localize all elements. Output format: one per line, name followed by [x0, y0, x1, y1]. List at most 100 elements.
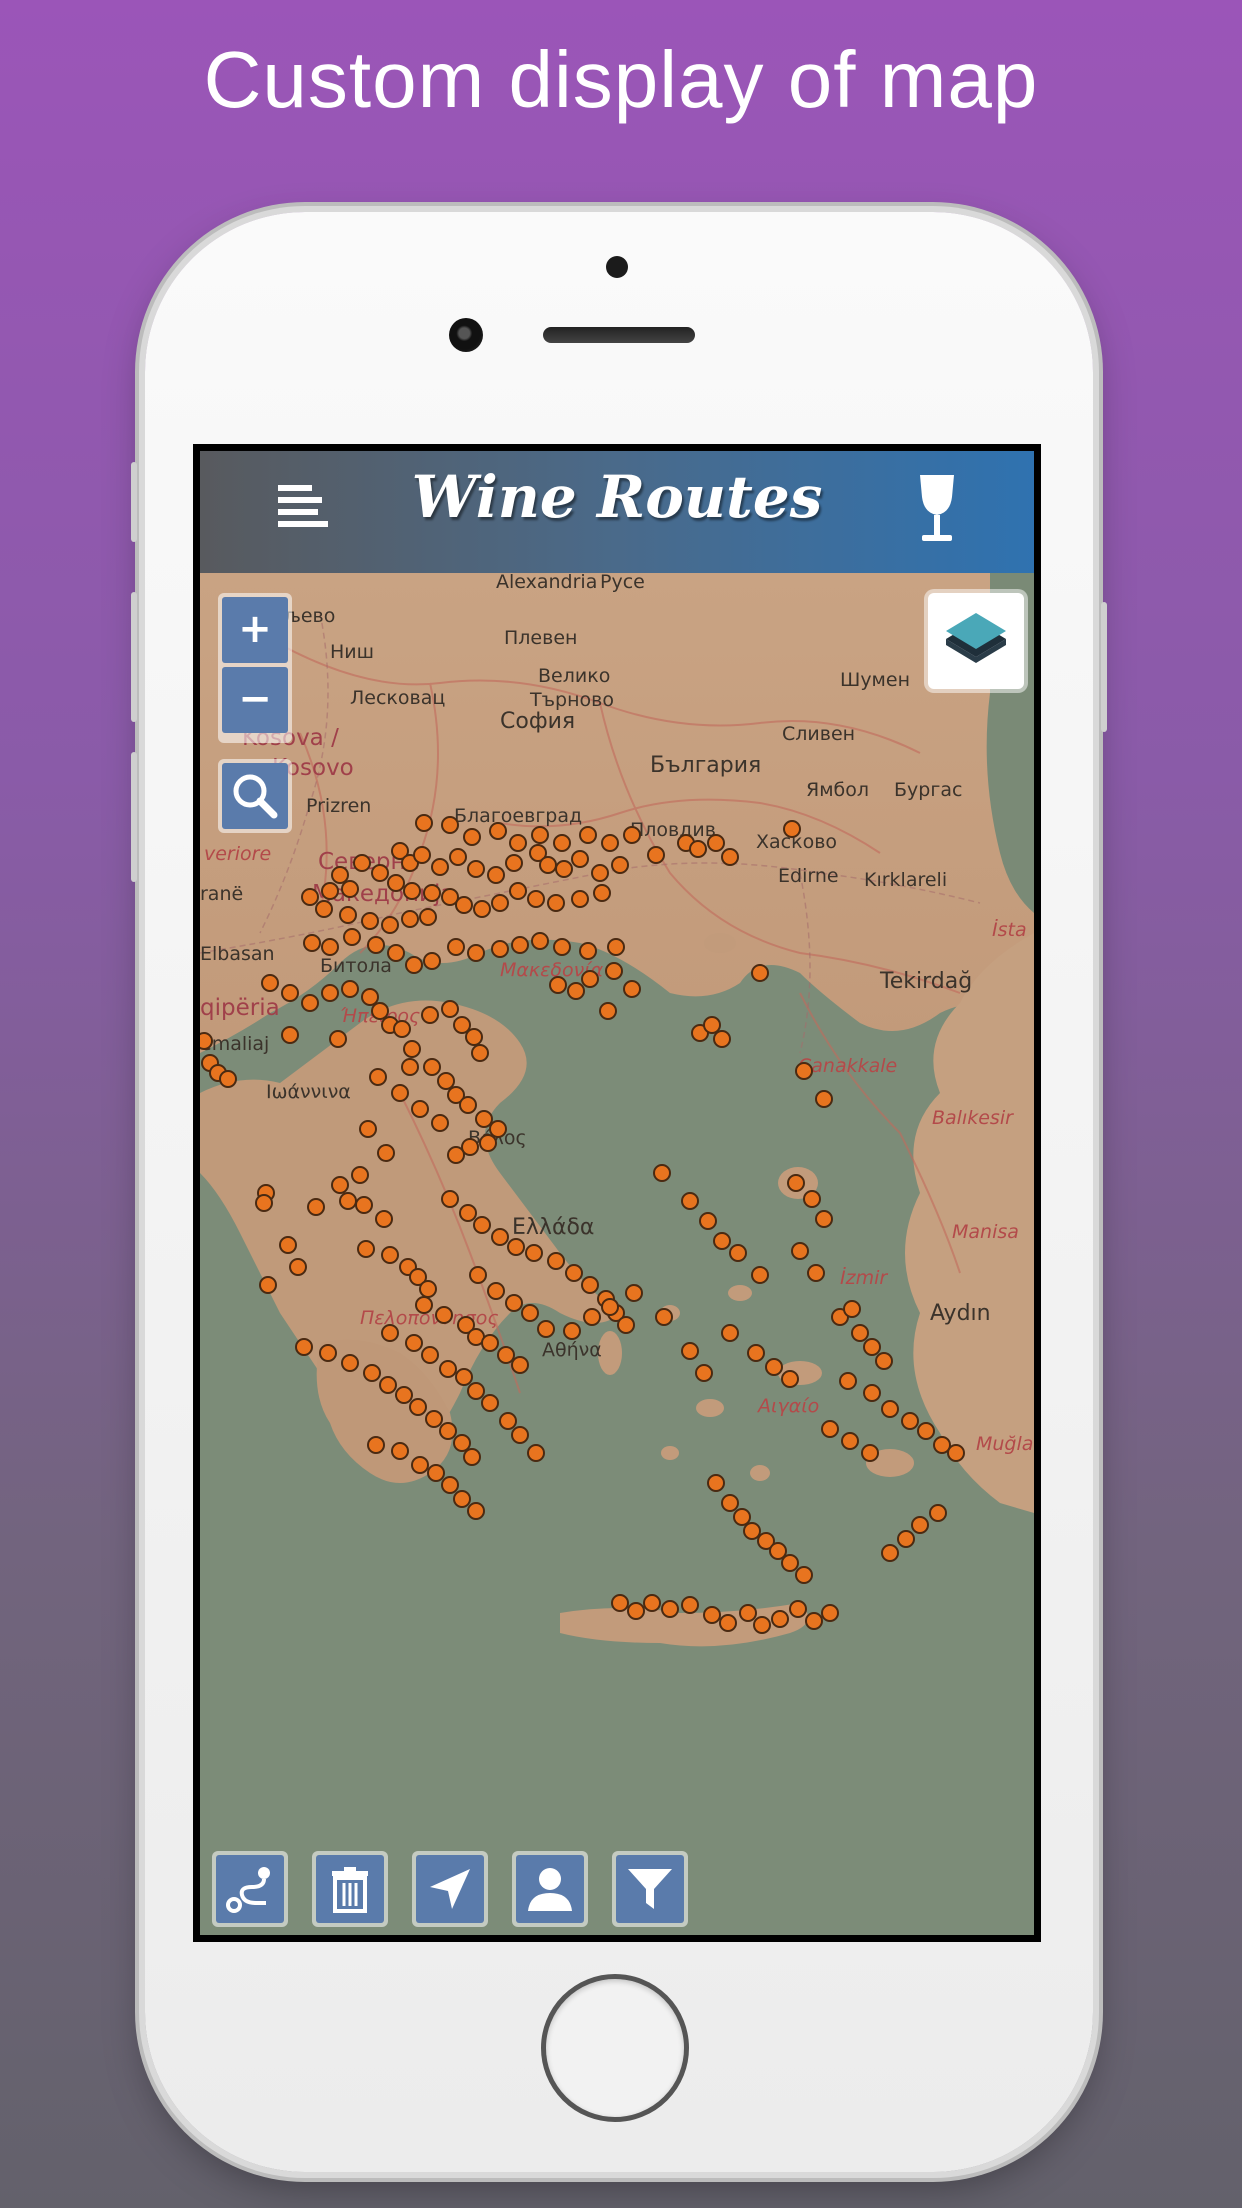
search-button[interactable] [218, 759, 292, 833]
winery-marker[interactable] [695, 1364, 713, 1382]
winery-marker[interactable] [303, 934, 321, 952]
winery-marker[interactable] [821, 1420, 839, 1438]
winery-marker[interactable] [531, 932, 549, 950]
winery-marker[interactable] [339, 1192, 357, 1210]
winery-marker[interactable] [581, 970, 599, 988]
winery-marker[interactable] [929, 1504, 947, 1522]
wine-glass-icon[interactable] [912, 473, 962, 545]
layers-button[interactable] [928, 593, 1024, 689]
winery-marker[interactable] [411, 1456, 429, 1474]
winery-marker[interactable] [423, 952, 441, 970]
winery-marker[interactable] [601, 1298, 619, 1316]
winery-marker[interactable] [395, 1386, 413, 1404]
winery-marker[interactable] [703, 1606, 721, 1624]
winery-marker[interactable] [401, 910, 419, 928]
winery-marker[interactable] [413, 846, 431, 864]
winery-marker[interactable] [815, 1210, 833, 1228]
winery-marker[interactable] [469, 1266, 487, 1284]
winery-marker[interactable] [487, 866, 505, 884]
winery-marker[interactable] [875, 1352, 893, 1370]
winery-marker[interactable] [441, 1000, 459, 1018]
winery-marker[interactable] [947, 1444, 965, 1462]
winery-marker[interactable] [605, 962, 623, 980]
winery-marker[interactable] [343, 928, 361, 946]
winery-marker[interactable] [361, 912, 379, 930]
winery-marker[interactable] [473, 900, 491, 918]
winery-marker[interactable] [843, 1300, 861, 1318]
winery-marker[interactable] [481, 1394, 499, 1412]
winery-marker[interactable] [743, 1522, 761, 1540]
winery-marker[interactable] [769, 1542, 787, 1560]
winery-marker[interactable] [437, 1072, 455, 1090]
winery-marker[interactable] [447, 1146, 465, 1164]
winery-marker[interactable] [467, 1502, 485, 1520]
winery-marker[interactable] [281, 984, 299, 1002]
winery-marker[interactable] [861, 1444, 879, 1462]
winery-marker[interactable] [377, 1144, 395, 1162]
winery-marker[interactable] [301, 888, 319, 906]
winery-marker[interactable] [627, 1602, 645, 1620]
map-view[interactable]: Alexandria Русе раљево Плевен Ниш Велико… [200, 573, 1034, 1935]
winery-marker[interactable] [357, 1240, 375, 1258]
winery-marker[interactable] [361, 988, 379, 1006]
winery-marker[interactable] [351, 1166, 369, 1184]
winery-marker[interactable] [661, 1600, 679, 1618]
winery-marker[interactable] [549, 976, 567, 994]
winery-marker[interactable] [623, 826, 641, 844]
winery-marker[interactable] [499, 1412, 517, 1430]
winery-marker[interactable] [815, 1090, 833, 1108]
user-button[interactable] [512, 1851, 588, 1927]
winery-marker[interactable] [655, 1308, 673, 1326]
winery-marker[interactable] [405, 956, 423, 974]
winery-marker[interactable] [591, 864, 609, 882]
winery-marker[interactable] [565, 1264, 583, 1282]
winery-marker[interactable] [781, 1554, 799, 1572]
winery-marker[interactable] [521, 1304, 539, 1322]
winery-marker[interactable] [427, 1464, 445, 1482]
winery-marker[interactable] [439, 1422, 457, 1440]
zoom-out-button[interactable]: − [222, 667, 288, 733]
winery-marker[interactable] [355, 1196, 373, 1214]
winery-marker[interactable] [329, 1030, 347, 1048]
winery-marker[interactable] [539, 856, 557, 874]
winery-marker[interactable] [431, 858, 449, 876]
winery-marker[interactable] [381, 916, 399, 934]
winery-marker[interactable] [625, 1284, 643, 1302]
winery-marker[interactable] [441, 1190, 459, 1208]
winery-marker[interactable] [729, 1244, 747, 1262]
winery-marker[interactable] [771, 1610, 789, 1628]
winery-marker[interactable] [917, 1422, 935, 1440]
winery-marker[interactable] [371, 864, 389, 882]
winery-marker[interactable] [509, 882, 527, 900]
winery-marker[interactable] [795, 1062, 813, 1080]
winery-marker[interactable] [481, 1334, 499, 1352]
winery-marker[interactable] [509, 834, 527, 852]
winery-marker[interactable] [739, 1604, 757, 1622]
winery-marker[interactable] [789, 1600, 807, 1618]
winery-marker[interactable] [467, 1382, 485, 1400]
winery-marker[interactable] [863, 1384, 881, 1402]
winery-marker[interactable] [571, 890, 589, 908]
winery-marker[interactable] [415, 1296, 433, 1314]
winery-marker[interactable] [353, 854, 371, 872]
winery-marker[interactable] [441, 816, 459, 834]
winery-marker[interactable] [200, 1032, 213, 1050]
winery-marker[interactable] [511, 1356, 529, 1374]
winery-marker[interactable] [473, 1216, 491, 1234]
winery-marker[interactable] [403, 882, 421, 900]
winery-marker[interactable] [391, 1442, 409, 1460]
winery-marker[interactable] [547, 894, 565, 912]
winery-marker[interactable] [765, 1358, 783, 1376]
winery-marker[interactable] [897, 1530, 915, 1548]
winery-marker[interactable] [401, 1058, 419, 1076]
winery-marker[interactable] [821, 1604, 839, 1622]
winery-marker[interactable] [747, 1344, 765, 1362]
winery-marker[interactable] [219, 1070, 237, 1088]
winery-marker[interactable] [359, 1120, 377, 1138]
winery-marker[interactable] [653, 1164, 671, 1182]
winery-marker[interactable] [447, 938, 465, 956]
winery-marker[interactable] [419, 1280, 437, 1298]
winery-marker[interactable] [555, 860, 573, 878]
winery-marker[interactable] [423, 884, 441, 902]
winery-marker[interactable] [423, 1058, 441, 1076]
